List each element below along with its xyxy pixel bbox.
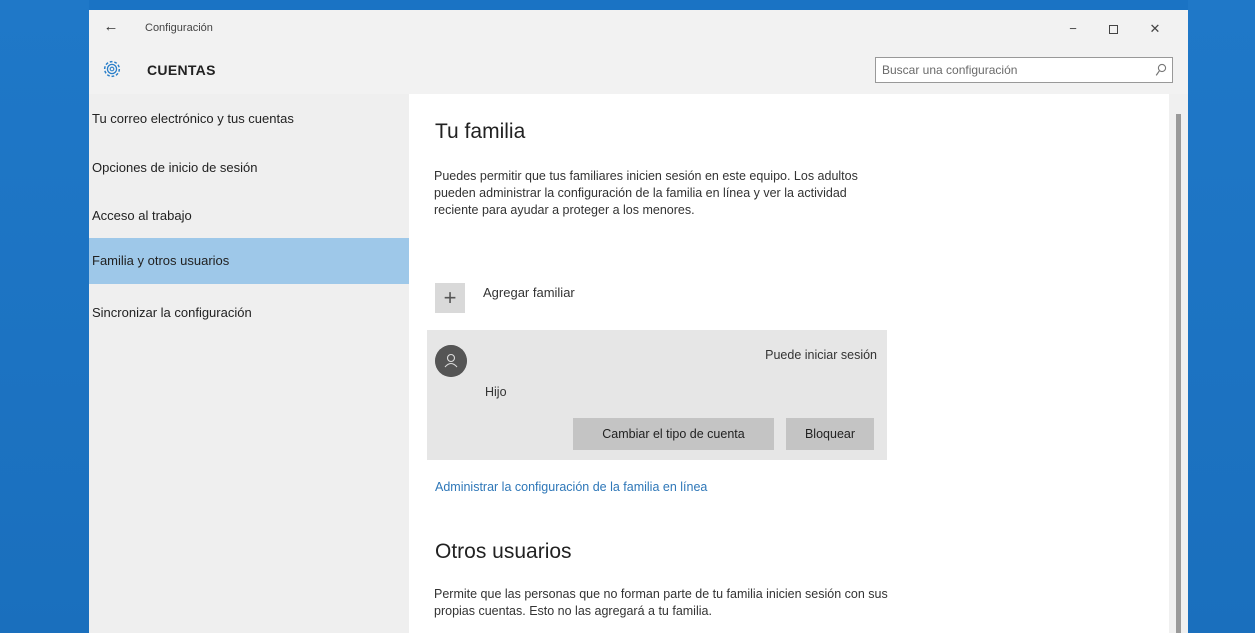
settings-window: ← Configuración − ✕ CUENTAS Tu correo el… [89,10,1188,633]
scrollbar-thumb[interactable] [1176,114,1181,633]
other-users-description: Permite que las personas que no forman p… [434,587,888,618]
title-bar: ← Configuración − ✕ [89,10,1188,50]
change-account-type-button[interactable]: Cambiar el tipo de cuenta [573,418,774,450]
search-input[interactable] [882,58,1152,82]
block-button[interactable]: Bloquear [786,418,874,450]
other-users-heading: Otros usuarios [435,540,572,563]
family-heading: Tu familia [435,120,526,143]
minimize-button[interactable]: − [1059,18,1087,40]
sidebar-nav: Tu correo electrónico y tus cuentas Opci… [89,94,409,633]
sidebar-item-work-access[interactable]: Acceso al trabajo [89,193,409,239]
family-member-card[interactable]: Hijo Puede iniciar sesión Cambiar el tip… [427,330,887,460]
add-family-member-label[interactable]: Agregar familiar [483,285,575,300]
manage-family-online-link[interactable]: Administrar la configuración de la famil… [435,480,707,494]
desktop-background-left [0,0,89,633]
user-avatar-icon [435,345,467,377]
maximize-icon [1108,25,1118,35]
page-section-title: CUENTAS [147,62,216,78]
search-box[interactable] [875,57,1173,83]
desktop-background-right [1188,0,1255,633]
gear-icon [103,60,121,78]
search-icon[interactable] [1155,63,1167,77]
sidebar-item-sync-settings[interactable]: Sincronizar la configuración [89,290,409,336]
close-button[interactable]: ✕ [1141,18,1169,40]
sidebar-item-family-users[interactable]: Familia y otros usuarios [89,238,409,284]
sidebar-item-email-accounts[interactable]: Tu correo electrónico y tus cuentas [89,96,409,142]
family-description: Puedes permitir que tus familiares inici… [434,169,858,217]
member-role: Hijo [485,385,507,399]
back-arrow-icon[interactable]: ← [101,18,121,38]
add-family-member-button[interactable]: + [435,283,465,313]
sidebar-item-sign-in-options[interactable]: Opciones de inicio de sesión [89,145,409,191]
member-status: Puede iniciar sesión [765,348,877,362]
vertical-scrollbar[interactable] [1169,94,1188,633]
window-title: Configuración [145,22,213,34]
plus-icon: + [443,285,457,310]
maximize-button[interactable] [1099,18,1127,40]
